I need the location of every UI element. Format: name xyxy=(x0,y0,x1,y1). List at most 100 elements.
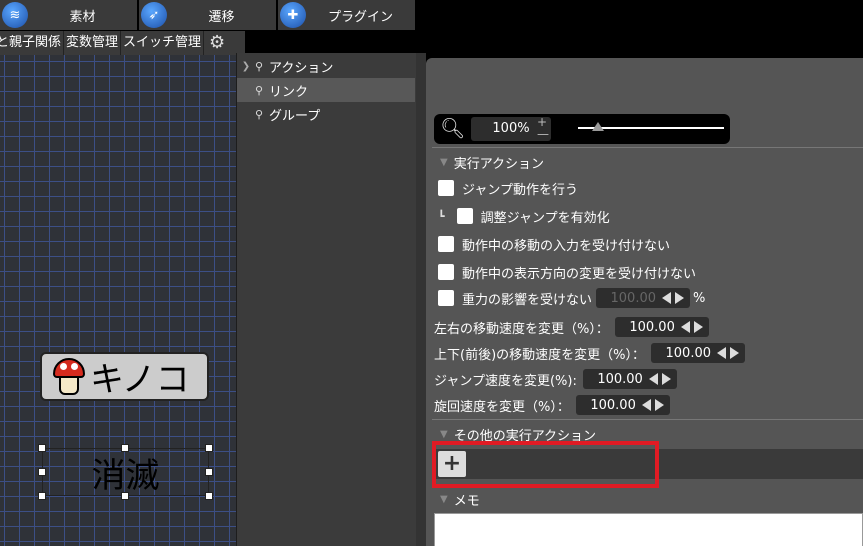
adjust-jump-checkbox-row: ┗ 調整ジャンプを有効化 xyxy=(438,206,610,226)
tab-label: プラグイン xyxy=(327,9,393,25)
field-value: 100.00 xyxy=(597,371,643,387)
arrow-left-icon[interactable] xyxy=(680,321,690,333)
tab-plugin[interactable]: ✚ プラグイン xyxy=(278,0,416,30)
section-label: メモ xyxy=(453,494,480,509)
tree-item-link[interactable]: ⚲ リンク xyxy=(237,78,415,102)
resize-handle[interactable] xyxy=(205,444,213,452)
tree-item-group[interactable]: ⚲ グループ xyxy=(237,102,415,126)
ignore-move-input-checkbox-row: 動作中の移動の入力を受け付けない xyxy=(438,234,670,254)
action-tree-panel: ❯ ⚲ アクション ⚲ リンク ⚲ グループ xyxy=(236,53,416,546)
field-label: 旋回速度を変更（%）： xyxy=(434,399,570,415)
ignore-direction-checkbox-row: 動作中の表示方向の変更を受け付けない xyxy=(438,262,696,282)
adjust-jump-checkbox[interactable] xyxy=(456,208,473,224)
checkbox-label: 動作中の表示方向の変更を受け付けない xyxy=(462,266,697,282)
node-label: キノコ xyxy=(90,360,190,400)
arrow-right-icon[interactable] xyxy=(730,347,739,359)
jump-speed-row: ジャンプ速度を変更(%): 100.00 xyxy=(434,368,677,390)
field-label: ジャンプ速度を変更(%): xyxy=(434,373,577,389)
field-value: 100.00 xyxy=(665,345,712,361)
action-node-mushroom[interactable]: キノコ xyxy=(40,352,209,401)
section-label: 実行アクション xyxy=(453,157,545,172)
arrow-right-icon[interactable] xyxy=(654,399,664,411)
parent-child-button[interactable]: と親子関係 xyxy=(0,31,65,55)
resize-handle[interactable] xyxy=(38,444,46,452)
jump-speed-field[interactable]: 100.00 xyxy=(582,369,677,389)
node-label: 消滅 xyxy=(91,455,160,496)
chevron-right-icon[interactable]: ❯ xyxy=(237,61,255,72)
turn-speed-row: 旋回速度を変更（%）： 100.00 xyxy=(434,394,670,416)
rocket-icon: ➶ xyxy=(141,2,167,28)
divider xyxy=(432,147,863,148)
checkbox-label: 動作中の移動の入力を受け付けない xyxy=(462,238,671,254)
puzzle-icon: ✚ xyxy=(280,2,306,28)
tree-item-label: グループ xyxy=(269,108,321,124)
horizontal-speed-field[interactable]: 100.00 xyxy=(614,317,709,337)
triangle-down-icon: ▼ xyxy=(440,494,448,505)
resize-handle[interactable] xyxy=(38,492,46,500)
link-icon: ⚲ xyxy=(255,59,264,73)
action-node-disappear[interactable]: 消滅 xyxy=(42,448,209,496)
minus-icon[interactable]: — xyxy=(537,128,549,140)
arrow-right-icon[interactable] xyxy=(693,321,703,333)
field-value: 100.00 xyxy=(610,290,657,306)
ignore-direction-checkbox[interactable] xyxy=(438,264,454,280)
checkbox-label: ジャンプ動作を行う xyxy=(462,182,578,198)
tree-item-label: リンク xyxy=(269,84,309,100)
tab-transition[interactable]: ➶ 遷移 xyxy=(139,0,277,30)
arrow-left-icon[interactable] xyxy=(648,373,658,385)
gear-icon[interactable]: ⚙ xyxy=(206,32,228,54)
highlight-box xyxy=(432,441,659,488)
unit-label: % xyxy=(693,290,706,306)
indent-mark: ┗ xyxy=(438,209,445,223)
node-canvas[interactable]: キノコ 消滅 xyxy=(0,55,236,546)
resize-handle[interactable] xyxy=(38,468,46,476)
sub-toolbar: と親子関係 変数管理 スイッチ管理 ⚙ xyxy=(0,31,245,55)
triangle-down-icon: ▼ xyxy=(440,429,448,440)
ignore-gravity-checkbox-row: 重力の影響を受けない 100.00 % xyxy=(438,288,705,308)
ignore-gravity-checkbox[interactable] xyxy=(438,290,454,306)
resize-handle[interactable] xyxy=(121,444,129,452)
tab-label: 素材 xyxy=(69,9,96,25)
resize-handle[interactable] xyxy=(205,492,213,500)
jump-checkbox-row: ジャンプ動作を行う xyxy=(438,178,578,198)
checkbox-label: 調整ジャンプを有効化 xyxy=(480,210,610,226)
tree-item-label: アクション xyxy=(269,60,334,76)
horizontal-speed-row: 左右の移動速度を変更（%）： 100.00 xyxy=(434,316,709,338)
variable-manager-button[interactable]: 変数管理 xyxy=(64,31,122,55)
arrow-right-icon[interactable] xyxy=(661,373,671,385)
arrow-left-icon[interactable] xyxy=(662,292,672,304)
turn-speed-field[interactable]: 100.00 xyxy=(575,395,670,415)
arrow-left-icon[interactable] xyxy=(717,347,726,359)
mushroom-icon xyxy=(52,357,86,397)
memo-field[interactable] xyxy=(434,513,863,546)
arrow-right-icon[interactable] xyxy=(675,292,685,304)
field-label: 左右の移動速度を変更（%）： xyxy=(434,321,609,337)
field-label: 上下(前後)の移動速度を変更（%）： xyxy=(434,347,645,363)
tab-materials[interactable]: ≋ 素材 xyxy=(0,0,138,30)
link-icon: ⚲ xyxy=(255,83,264,97)
zoom-slider-thumb[interactable] xyxy=(592,122,605,131)
section-exec-action[interactable]: ▼ 実行アクション xyxy=(440,153,544,172)
vertical-speed-field[interactable]: 100.00 xyxy=(651,343,745,363)
vertical-speed-row: 上下(前後)の移動速度を変更（%）： 100.00 xyxy=(434,342,745,364)
field-value: 100.00 xyxy=(590,397,636,413)
link-icon: ⚲ xyxy=(255,107,264,121)
gravity-value-field[interactable]: 100.00 xyxy=(596,288,691,308)
ignore-move-input-checkbox[interactable] xyxy=(438,236,454,252)
tab-label: 遷移 xyxy=(208,9,235,25)
resize-handle[interactable] xyxy=(121,492,129,500)
divider xyxy=(432,419,863,420)
tree-item-action[interactable]: ❯ ⚲ アクション xyxy=(237,54,415,78)
arrow-left-icon[interactable] xyxy=(641,399,651,411)
jump-checkbox[interactable] xyxy=(438,180,454,196)
checkbox-label: 重力の影響を受けない xyxy=(462,292,593,308)
triangle-down-icon: ▼ xyxy=(440,157,448,168)
resize-handle[interactable] xyxy=(205,468,213,476)
magnifier-icon: 🔍︎ xyxy=(440,116,466,140)
panel-divider[interactable] xyxy=(416,53,426,546)
switch-manager-button[interactable]: スイッチ管理 xyxy=(121,31,205,55)
section-memo[interactable]: ▼ メモ xyxy=(440,490,480,509)
layers-icon: ≋ xyxy=(2,2,28,28)
field-value: 100.00 xyxy=(629,319,675,335)
zoom-stepper[interactable]: + — xyxy=(537,116,549,140)
